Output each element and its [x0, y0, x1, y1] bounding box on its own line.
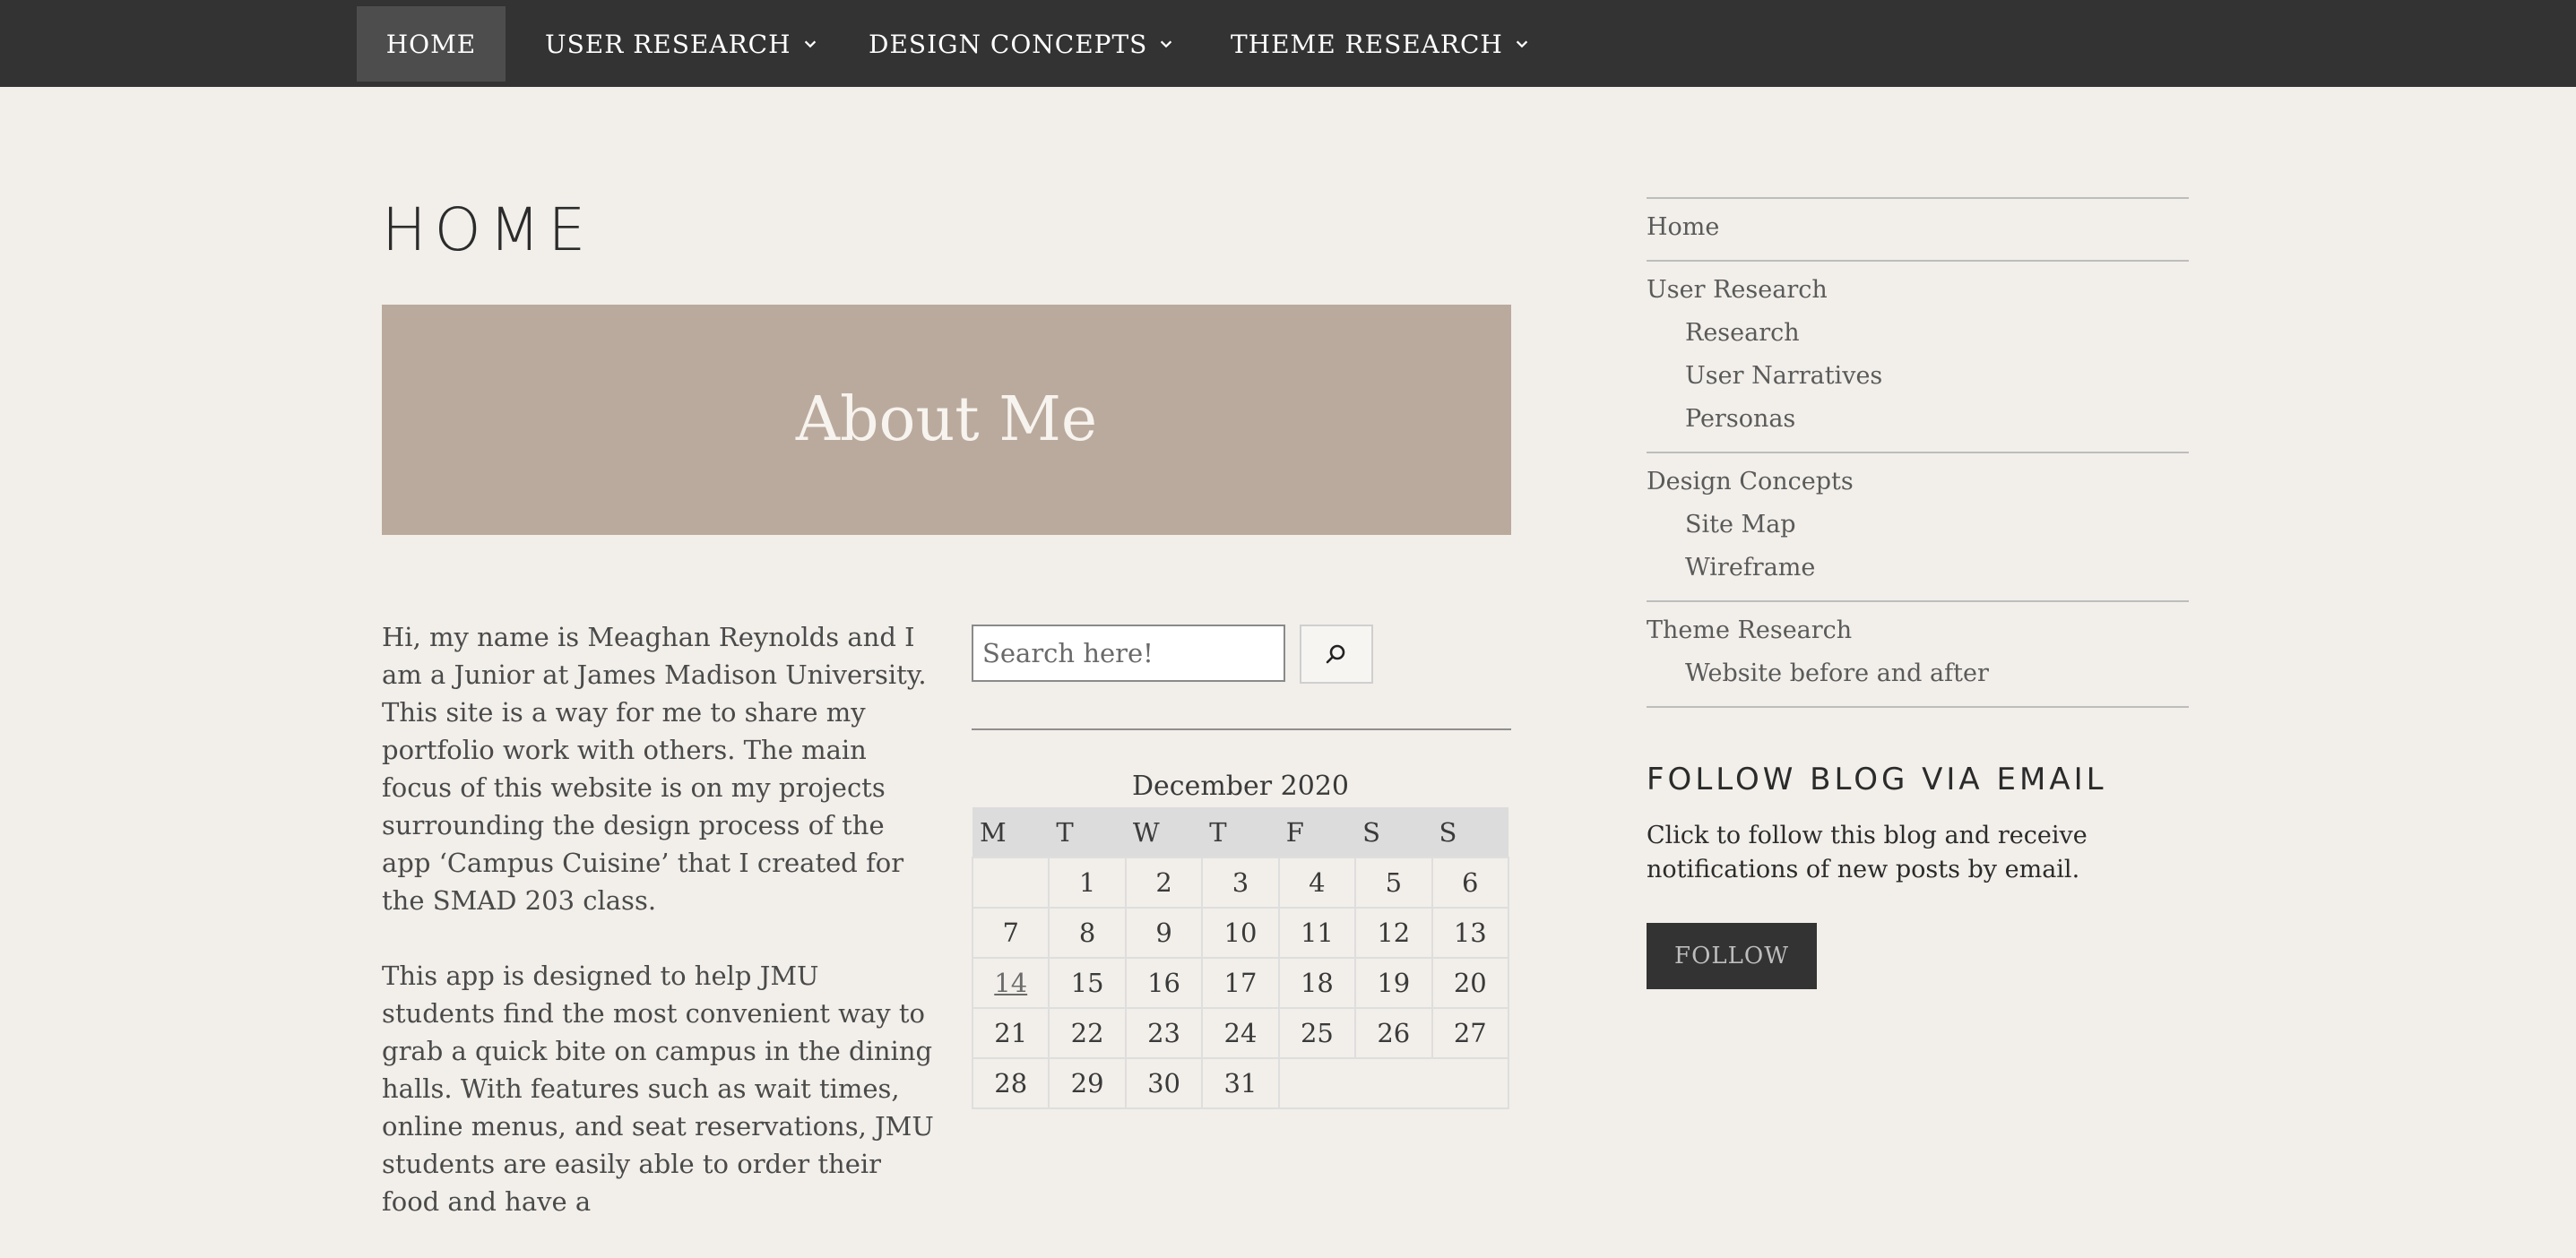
calendar-day: 16 [1124, 957, 1204, 1009]
about-me-banner: About Me [382, 305, 1511, 535]
calendar-week-row: 28 29 30 31 [971, 1057, 1510, 1109]
calendar-day: 20 [1431, 957, 1510, 1009]
sidebar-group: Home [1647, 197, 2189, 260]
calendar-day: 8 [1048, 907, 1127, 959]
calendar-day: 29 [1048, 1057, 1127, 1109]
calendar-day: 17 [1201, 957, 1280, 1009]
intro-paragraph: Hi, my name is Meaghan Reynolds and I am… [382, 622, 927, 916]
intro-paragraph: This app is designed to help JMU student… [382, 961, 934, 1217]
calendar-day: 5 [1354, 857, 1433, 909]
sidebar-item-research[interactable]: Research [1647, 312, 2189, 355]
calendar-day: 9 [1124, 907, 1204, 959]
weekday-label: S [1431, 807, 1508, 857]
calendar-day: 27 [1431, 1007, 1510, 1059]
calendar-day: 26 [1354, 1007, 1433, 1059]
calendar-caption: December 2020 [1132, 771, 1349, 802]
calendar-day: 7 [971, 907, 1050, 959]
sidebar-group: Design Concepts Site Map Wireframe [1647, 452, 2189, 600]
divider [972, 728, 1511, 730]
calendar-day: 31 [1201, 1057, 1280, 1109]
calendar-day: 19 [1354, 957, 1433, 1009]
calendar-day: 11 [1277, 907, 1357, 959]
calendar-week-row: 21 22 23 24 25 26 27 [971, 1007, 1510, 1059]
calendar-day: 30 [1124, 1057, 1204, 1109]
top-navigation: HOME USER RESEARCH DESIGN CONCEPTS THEME… [0, 0, 2576, 87]
sidebar-item-site-map[interactable]: Site Map [1647, 504, 2189, 547]
calendar-blank-cell [1277, 1057, 1510, 1109]
calendar-day: 21 [971, 1007, 1050, 1059]
calendar-day: 25 [1277, 1007, 1357, 1059]
weekday-label: M [972, 807, 1050, 857]
follow-heading: FOLLOW BLOG VIA EMAIL [1647, 762, 2107, 797]
calendar-day: 13 [1431, 907, 1510, 959]
sidebar-item-theme-research[interactable]: Theme Research [1647, 615, 2189, 647]
nav-item-user-research[interactable]: USER RESEARCH [545, 6, 818, 82]
banner-title: About Me [795, 384, 1098, 455]
calendar-widget: December 2020 M T W T F S S 1 2 3 4 5 6 [971, 766, 1510, 1109]
sidebar-item-personas[interactable]: Personas [1647, 398, 2189, 441]
calendar-day: 10 [1201, 907, 1280, 959]
nav-item-home[interactable]: HOME [357, 6, 506, 82]
weekday-label: F [1278, 807, 1356, 857]
calendar-week-row: 14 15 16 17 18 19 20 [971, 957, 1510, 1009]
calendar-day: 28 [971, 1057, 1050, 1109]
weekday-label: S [1355, 807, 1432, 857]
calendar-day: 12 [1354, 907, 1433, 959]
search-input[interactable] [972, 625, 1285, 682]
sidebar-group: Theme Research Website before and after [1647, 600, 2189, 708]
intro-text: Hi, my name is Meaghan Reynolds and I am… [382, 618, 938, 1258]
sidebar-item-website-before-after[interactable]: Website before and after [1647, 652, 2189, 695]
calendar-weekday-row: M T W T F S S [972, 807, 1508, 857]
chevron-down-icon [1161, 40, 1172, 48]
search-icon [1326, 644, 1345, 664]
calendar-week-row: 1 2 3 4 5 6 [971, 857, 1510, 909]
calendar-day: 22 [1048, 1007, 1127, 1059]
sidebar-item-user-research[interactable]: User Research [1647, 274, 2189, 306]
calendar-day: 2 [1124, 857, 1204, 909]
nav-item-label: HOME [385, 29, 477, 59]
calendar-day: 15 [1048, 957, 1127, 1009]
chevron-down-icon [1516, 40, 1528, 48]
search-button[interactable] [1300, 625, 1373, 684]
calendar-day [971, 857, 1050, 909]
follow-button[interactable]: FOLLOW [1647, 923, 1817, 989]
weekday-label: W [1125, 807, 1203, 857]
weekday-label: T [1049, 807, 1126, 857]
nav-item-label: THEME RESEARCH [1231, 29, 1503, 59]
chevron-down-icon [804, 40, 816, 48]
sidebar-item-design-concepts[interactable]: Design Concepts [1647, 466, 2189, 498]
nav-item-theme-research[interactable]: THEME RESEARCH [1231, 6, 1530, 82]
sidebar-group: User Research Research User Narratives P… [1647, 260, 2189, 452]
nav-item-label: USER RESEARCH [545, 29, 791, 59]
calendar-day-link[interactable]: 14 [971, 957, 1050, 1009]
follow-description: Click to follow this blog and receive no… [1647, 822, 2088, 883]
calendar-week-row: 7 8 9 10 11 12 13 [971, 907, 1510, 959]
calendar-day: 24 [1201, 1007, 1280, 1059]
calendar-table: M T W T F S S 1 2 3 4 5 6 7 8 9 10 11 12… [971, 807, 1510, 1109]
sidebar-item-wireframe[interactable]: Wireframe [1647, 547, 2189, 590]
sidebar-item-home[interactable]: Home [1647, 211, 2189, 244]
calendar-day: 3 [1201, 857, 1280, 909]
calendar-day: 23 [1124, 1007, 1204, 1059]
page-title: HOME [382, 195, 594, 264]
calendar-day: 18 [1277, 957, 1357, 1009]
sidebar-item-user-narratives[interactable]: User Narratives [1647, 355, 2189, 398]
calendar-day: 4 [1277, 857, 1357, 909]
nav-item-design-concepts[interactable]: DESIGN CONCEPTS [869, 6, 1174, 82]
weekday-label: T [1202, 807, 1279, 857]
calendar-day: 6 [1431, 857, 1510, 909]
sidebar-menu: Home User Research Research User Narrati… [1647, 197, 2189, 708]
calendar-day: 1 [1048, 857, 1127, 909]
nav-item-label: DESIGN CONCEPTS [869, 29, 1148, 59]
